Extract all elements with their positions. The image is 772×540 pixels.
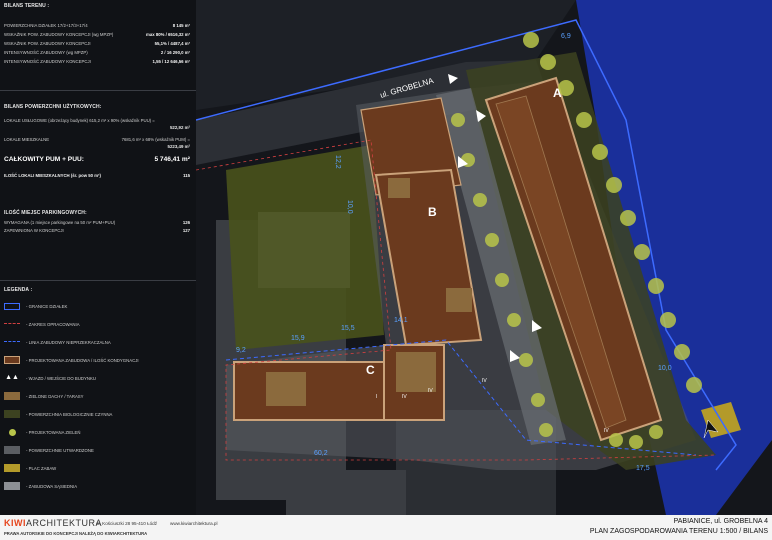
neighbor-building-swatch bbox=[4, 482, 20, 490]
total-row: CAŁKOWITY PUM + PUU: 5 746,41 m² bbox=[4, 156, 190, 163]
uslugowe-value: 522,92 m² bbox=[169, 125, 190, 130]
plan-title: PLAN ZAGOSPODAROWANIA TERENU 1:500 / BIL… bbox=[589, 528, 768, 535]
green-roof bbox=[446, 288, 472, 312]
entrance-triangle-icon: ▲▲ bbox=[5, 374, 19, 381]
bilans-terenu-section: BILANS TERENU : POWIERZCHNIA DZIAŁEK 17/… bbox=[4, 3, 190, 66]
building-a-label: A bbox=[553, 86, 562, 100]
website-link[interactable]: www.kiwiarchitektura.pl bbox=[170, 521, 217, 526]
dimension-label: 6,9 bbox=[561, 33, 571, 40]
bilans-row: INTENSYWNOŚĆ ZABUDOWY (wg MPZP) 2 / 16 29… bbox=[4, 50, 190, 55]
info-panel: BILANS TERENU : POWIERZCHNIA DZIAŁEK 17/… bbox=[0, 0, 197, 515]
legend-item: - GRANICE DZIAŁEK bbox=[4, 297, 190, 315]
building-b-label: B bbox=[428, 205, 437, 219]
floor-label: IV bbox=[604, 428, 609, 434]
legend-item: - LINIA ZABUDOWY NIEPRZEKRACZALNA bbox=[4, 333, 190, 351]
building-swatch bbox=[4, 356, 20, 364]
bilans-row: WSKAŹNIK POW. ZABUDOWY KONCEPCJI (wg MPZ… bbox=[4, 32, 190, 37]
dimension-label: 14,1 bbox=[394, 317, 408, 324]
dimension-label: 9,2 bbox=[236, 347, 246, 354]
building-line-swatch bbox=[4, 341, 20, 343]
bio-active-area bbox=[226, 145, 384, 350]
floor-label: IV bbox=[428, 388, 433, 394]
bio-active-swatch bbox=[4, 410, 20, 418]
green-roof bbox=[266, 372, 306, 406]
location-title: PABIANICE, ul. GROBELNA 4 bbox=[673, 518, 768, 525]
dimension-label: 60,2 bbox=[314, 450, 328, 457]
dimension-label: 10,0 bbox=[658, 365, 672, 372]
site-plan-map: ul. GROBELNA A B C 15,9 9,2 15,5 14,1 60… bbox=[196, 0, 772, 515]
address: ul. Kościuszki 28 95-410 Łódź bbox=[96, 521, 158, 526]
dimension-label: 12,2 bbox=[334, 155, 341, 169]
tree-icon bbox=[4, 428, 20, 436]
green-roof-swatch bbox=[4, 392, 20, 400]
parking-section: ILOŚĆ MIEJSC PARKINGOWYCH: WYMAGANA (1 m… bbox=[4, 210, 190, 234]
building-c bbox=[233, 361, 385, 421]
playground-swatch bbox=[4, 464, 20, 472]
floor-label: IV bbox=[482, 378, 487, 384]
legend-item: - PLAC ZABAW bbox=[4, 459, 190, 477]
legend-item: ▲▲ - WJAZD / WEJŚCIE DO BUDYNKU bbox=[5, 374, 96, 381]
dimension-label: 17,5 bbox=[636, 465, 650, 472]
legend-item: - ZAKRES OPRACOWANIA bbox=[4, 315, 190, 333]
legend-title: LEGENDA : bbox=[4, 287, 33, 293]
bilans-terenu-title: BILANS TERENU : bbox=[4, 3, 50, 9]
legend-item: - ZIELONE DACHY / TARASY bbox=[4, 387, 190, 405]
green-roof bbox=[396, 352, 436, 392]
dimension-label: 15,9 bbox=[291, 335, 305, 342]
divider bbox=[0, 90, 196, 91]
mieszkalne-label: LOKALE MIESZKALNE bbox=[4, 137, 50, 142]
bilans-row: WSKAŹNIK POW. ZABUDOWY KONCEPCJI 55,1% / … bbox=[4, 41, 190, 46]
dimension-label: 15,5 bbox=[341, 325, 355, 332]
mieszkalne-value: 5223,49 m² bbox=[167, 144, 190, 149]
scope-line-swatch bbox=[4, 323, 20, 325]
legend-item: - POWIERZCHNIE UTWARDZONE bbox=[4, 441, 190, 459]
legend-section: LEGENDA : - GRANICE DZIAŁEK - ZAKRES OPR… bbox=[4, 287, 190, 495]
building-c-label: C bbox=[366, 363, 375, 377]
parking-title: ILOŚĆ MIEJSC PARKINGOWYCH: bbox=[4, 210, 87, 216]
parking-row: WYMAGANA (1 miejsce parkingowe na 50 m² … bbox=[4, 220, 190, 225]
hard-surface-swatch bbox=[4, 446, 20, 454]
legend-item: - POWIERZCHNIA BIOLOGICZNIE CZYNNA bbox=[4, 405, 190, 423]
floor-label: IV bbox=[402, 394, 407, 400]
plot-border-swatch bbox=[4, 302, 20, 310]
legend-item: - PROJEKTOWANA ZABUDOWA / ILOŚĆ KONDYGNA… bbox=[4, 351, 190, 369]
parking-row: ZAPEWNIONA W KONCEPCJI 127 bbox=[4, 228, 190, 233]
bilans-row: POWIERZCHNIA DZIAŁEK 17/2+17/3+17/4 8 145… bbox=[4, 23, 190, 28]
bilans-row: INTENSYWNOŚĆ ZABUDOWY KONCEPCJI 1,55 / 12… bbox=[4, 59, 190, 64]
dimension-label: 10,0 bbox=[346, 200, 353, 214]
footer-bar: KIWIARCHITEKTURA ul. Kościuszki 28 95-41… bbox=[0, 515, 772, 540]
green-roof bbox=[388, 178, 410, 198]
neighbor-building bbox=[286, 470, 406, 515]
floor-label: I bbox=[376, 394, 377, 400]
site-plan-svg: ul. GROBELNA A B C 15,9 9,2 15,5 14,1 60… bbox=[196, 0, 772, 515]
divider bbox=[0, 280, 196, 281]
bilans-pow-section: BILANS POWIERZCHNI UŻYTKOWYCH: LOKALE US… bbox=[4, 104, 190, 180]
bilans-pow-title: BILANS POWIERZCHNI UŻYTKOWYCH: bbox=[4, 104, 102, 110]
copyright: PRAWA AUTORSKIE DO KONCEPCJI NALEŻĄ DO K… bbox=[4, 531, 148, 536]
logo: KIWIARCHITEKTURA bbox=[4, 518, 103, 528]
legend-item: - PROJEKTOWANA ZIELEŃ bbox=[4, 423, 190, 441]
legend-item: - ZABUDOWA SĄSIEDNIA bbox=[4, 477, 190, 495]
lokale-row: ILOŚĆ LOKALI MIESZKALNYCH (śr. pow 50 m²… bbox=[4, 173, 190, 178]
